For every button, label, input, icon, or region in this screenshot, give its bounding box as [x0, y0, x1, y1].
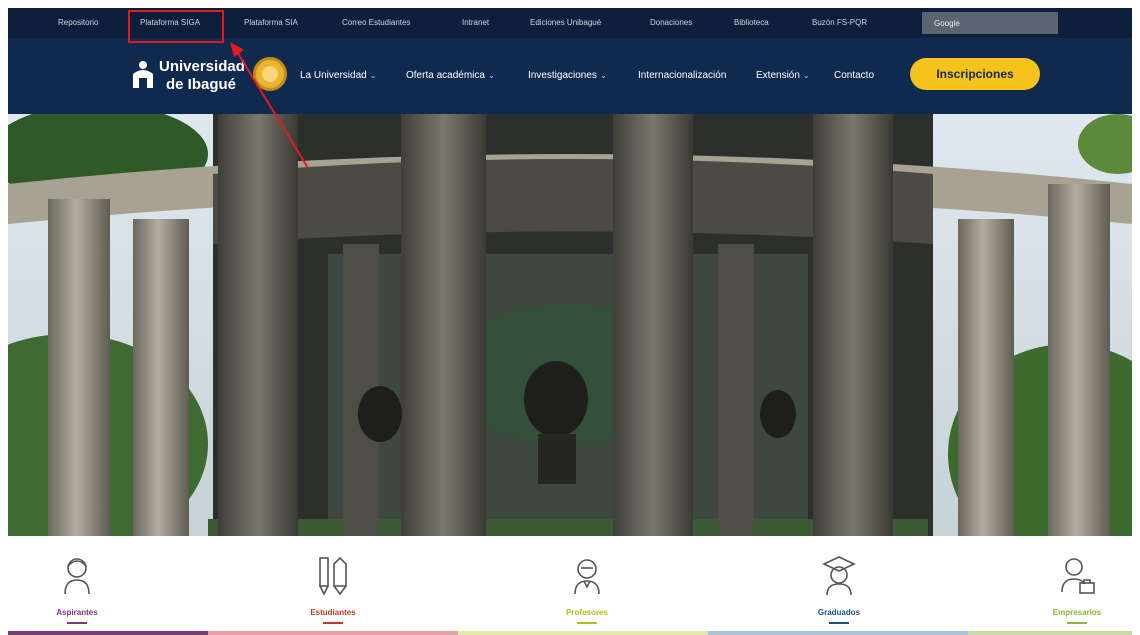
accent-strip [208, 631, 458, 635]
university-logo-icon [133, 61, 153, 88]
logo-text-line2: de Ibagué [166, 76, 237, 93]
audience-graduados[interactable]: Graduados [784, 536, 894, 635]
graduate-icon [822, 556, 856, 596]
audience-label: Estudiantes [310, 608, 356, 617]
logo-text-line1: Universidad [159, 58, 245, 75]
nav-internacionalizacion[interactable]: Internacionalización [638, 66, 726, 86]
chevron-down-icon: ⌄ [369, 71, 377, 80]
photo-colonnade-icon [8, 114, 1132, 536]
nav-contacto[interactable]: Contacto [834, 66, 874, 86]
accent-strip [8, 631, 208, 635]
main-navbar: Universidad de Ibagué La Universidad ⌄ Of… [8, 38, 1132, 114]
audience-underline [577, 622, 597, 624]
audience-estudiantes[interactable]: Estudiantes [278, 536, 388, 635]
toplink-intranet[interactable]: Intranet [462, 8, 489, 38]
chevron-down-icon: ⌄ [802, 71, 810, 80]
audience-underline [67, 622, 87, 624]
business-person-icon [1061, 558, 1095, 594]
accreditation-seal-icon [253, 57, 287, 91]
toplink-plataforma-sia[interactable]: Plataforma SIA [244, 8, 298, 38]
top-utility-bar: Repositorio Plataforma SIGA Plataforma S… [8, 8, 1132, 38]
inscripciones-button[interactable]: Inscripciones [910, 58, 1040, 90]
audience-underline [323, 622, 343, 624]
nav-label: Investigaciones [528, 70, 597, 81]
nav-extension[interactable]: Extensión ⌄ [756, 66, 810, 86]
nav-la-universidad[interactable]: La Universidad ⌄ [300, 66, 376, 86]
university-logo[interactable]: Universidad de Ibagué [130, 52, 245, 98]
person-icon [64, 558, 90, 595]
chevron-down-icon: ⌄ [487, 71, 495, 80]
audience-empresarios[interactable]: Empresarios [1022, 536, 1132, 635]
google-search-input[interactable] [922, 12, 1058, 34]
accent-strip [708, 631, 968, 635]
nav-label: Oferta académica [406, 70, 485, 81]
audience-underline [1067, 622, 1087, 624]
toplink-biblioteca[interactable]: Biblioteca [734, 8, 769, 38]
audience-profesores[interactable]: Profesores [532, 536, 642, 635]
teacher-icon [574, 559, 600, 595]
chevron-down-icon: ⌄ [599, 71, 607, 80]
audience-underline [829, 622, 849, 624]
toplink-buzon[interactable]: Buzón FS-PQR [812, 8, 867, 38]
nav-label: Contacto [834, 70, 875, 81]
pencils-icon [319, 556, 347, 596]
nav-oferta-academica[interactable]: Oferta académica ⌄ [406, 66, 495, 86]
toplink-ediciones[interactable]: Ediciones Unibagué [530, 8, 601, 38]
toplink-donaciones[interactable]: Donaciones [650, 8, 692, 38]
audience-label: Empresarios [1052, 608, 1102, 617]
audience-aspirantes[interactable]: Aspirantes [22, 536, 132, 635]
audience-label: Aspirantes [56, 608, 98, 617]
toplink-correo-estudiantes[interactable]: Correo Estudiantes [342, 8, 410, 38]
nav-label: Internacionalización [638, 70, 727, 81]
toplink-plataforma-siga[interactable]: Plataforma SIGA [140, 8, 200, 38]
audience-label: Profesores [566, 608, 608, 617]
accent-strip [968, 631, 1132, 635]
nav-label: La Universidad [300, 70, 367, 81]
audience-shortcuts: Aspirantes Estudiantes Profesores Gradua… [8, 536, 1132, 635]
nav-label: Extensión [756, 70, 800, 81]
hero-image [8, 114, 1132, 536]
audience-label: Graduados [817, 608, 861, 617]
toplink-repositorio[interactable]: Repositorio [58, 8, 98, 38]
accent-strip [458, 631, 708, 635]
nav-investigaciones[interactable]: Investigaciones ⌄ [528, 66, 607, 86]
